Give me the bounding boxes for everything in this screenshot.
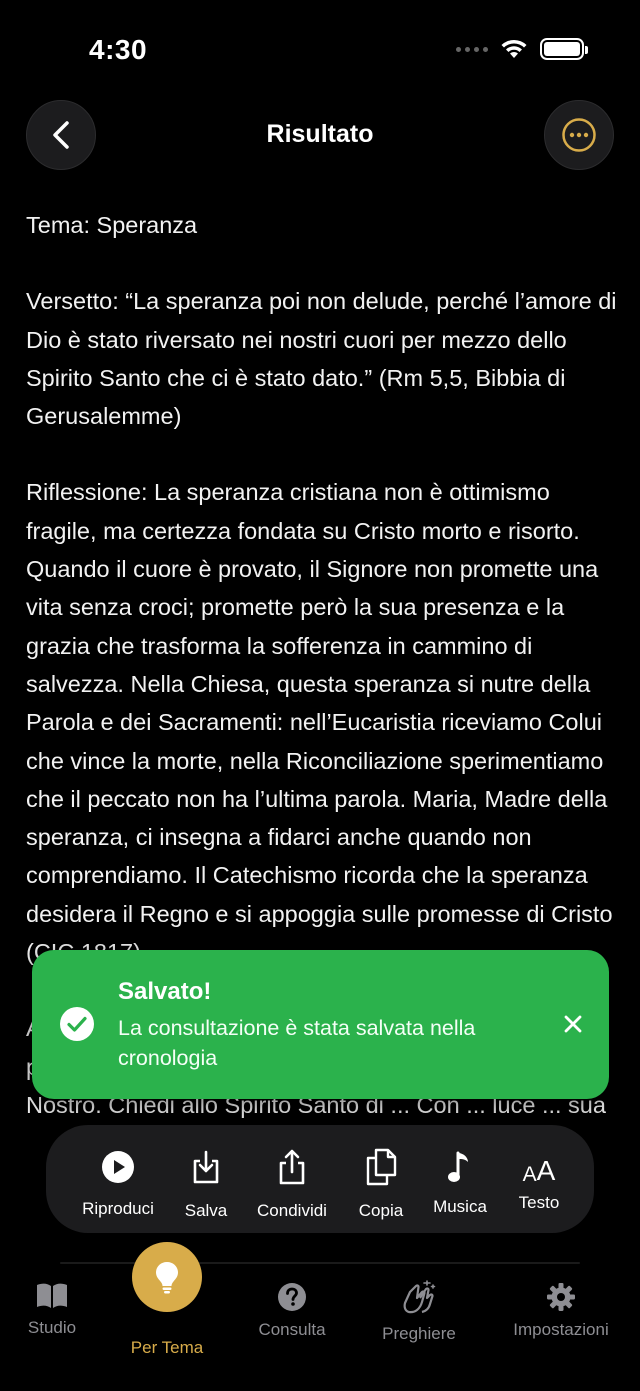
text-size-icon: AA xyxy=(522,1155,556,1186)
play-label: Riproduci xyxy=(82,1199,154,1218)
cellular-signal-icon xyxy=(456,46,488,52)
music-label: Musica xyxy=(433,1197,487,1216)
play-circle-icon xyxy=(102,1151,134,1183)
music-button[interactable]: Musica xyxy=(415,1145,505,1217)
copy-button[interactable]: Copia xyxy=(336,1145,426,1221)
save-label: Salva xyxy=(184,1201,228,1220)
ellipsis-circle-icon xyxy=(562,118,596,152)
text-size-button[interactable]: AA Testo xyxy=(494,1145,584,1213)
verse-text: Versetto: “La speranza poi non delude, p… xyxy=(26,288,617,430)
text-size-label: Testo xyxy=(518,1193,560,1212)
share-label: Condividi xyxy=(257,1201,327,1220)
music-note-icon xyxy=(448,1151,468,1182)
save-button[interactable]: Salva xyxy=(161,1145,251,1221)
checkmark-circle-icon xyxy=(60,1007,94,1041)
tab-consulta[interactable]: Consulta xyxy=(232,1282,352,1340)
tab-preghiere[interactable]: Preghiere xyxy=(359,1278,479,1344)
gear-icon xyxy=(547,1283,575,1311)
tab-preghiere-label: Preghiere xyxy=(382,1324,456,1343)
tab-bar: Studio Per Tema Consulta Preghiere Impos… xyxy=(0,1242,640,1391)
reflection-text: Riflessione: La speranza cristiana non è… xyxy=(26,479,613,965)
toast-title: Salvato! xyxy=(118,978,212,1005)
status-bar: 4:30 xyxy=(0,0,640,100)
question-circle-icon xyxy=(278,1283,306,1311)
toast-message: La consultazione è stata salvata nella c… xyxy=(118,1016,476,1070)
share-icon xyxy=(279,1149,305,1185)
book-icon xyxy=(37,1283,67,1308)
status-time: 4:30 xyxy=(89,34,148,65)
tab-per-tema[interactable] xyxy=(132,1242,202,1312)
tab-per-tema-label: Per Tema xyxy=(130,1338,204,1357)
tab-impostazioni[interactable]: Impostazioni xyxy=(501,1282,621,1340)
status-icons xyxy=(456,38,588,60)
praying-hands-icon xyxy=(403,1280,436,1314)
nav-header: Risultato xyxy=(0,100,640,170)
action-toolbar: Riproduci Salva Condividi Copia Musica A… xyxy=(46,1125,594,1233)
copy-label: Copia xyxy=(358,1201,404,1220)
wifi-icon xyxy=(501,39,527,58)
download-icon xyxy=(193,1150,219,1184)
toast-close-button[interactable] xyxy=(561,1012,585,1036)
copy-icon xyxy=(366,1148,397,1186)
theme-text: Tema: Speranza xyxy=(26,212,198,238)
saved-toast: Salvato! La consultazione è stata salvat… xyxy=(32,950,609,1099)
share-button[interactable]: Condividi xyxy=(247,1145,337,1221)
tab-studio[interactable]: Studio xyxy=(0,1282,112,1338)
lightbulb-icon xyxy=(156,1262,178,1294)
tab-studio-label: Studio xyxy=(27,1318,77,1337)
more-options-button[interactable] xyxy=(544,100,614,170)
close-icon xyxy=(564,1015,582,1033)
tab-consulta-label: Consulta xyxy=(258,1320,326,1339)
battery-icon xyxy=(540,38,588,60)
tab-impostazioni-label: Impostazioni xyxy=(513,1320,609,1339)
play-button[interactable]: Riproduci xyxy=(73,1145,163,1219)
